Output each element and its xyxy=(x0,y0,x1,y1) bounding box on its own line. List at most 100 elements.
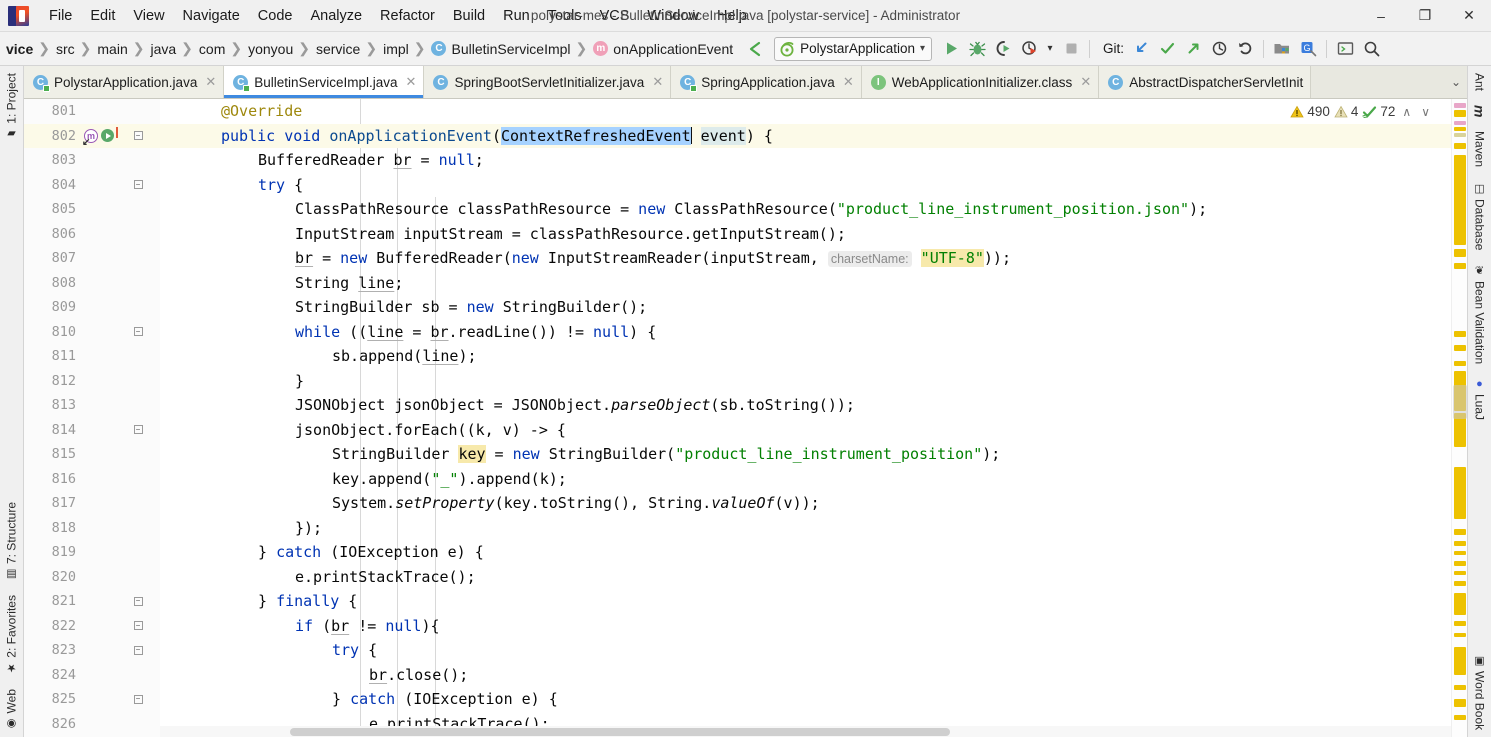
code-line-813[interactable]: JSONObject jsonObject = JSONObject.parse… xyxy=(160,393,1451,418)
code-line-823[interactable]: try { xyxy=(160,638,1451,663)
search-icon[interactable] xyxy=(1358,36,1384,62)
code-line-824[interactable]: br.close(); xyxy=(160,663,1451,688)
sidebar-item-structure[interactable]: ▤ 7: Structure xyxy=(0,495,23,588)
code-line-810[interactable]: while ((line = br.readLine()) != null) { xyxy=(160,320,1451,345)
editor-tab-abstractdispatcherservletinit[interactable]: C AbstractDispatcherServletInit xyxy=(1099,66,1312,98)
close-button[interactable]: ✕ xyxy=(1447,0,1491,32)
warning-count-indicator[interactable]: 490 xyxy=(1290,104,1330,119)
editor-tab-bulletinserviceimpl[interactable]: C BulletinServiceImpl.java ✕ xyxy=(224,66,425,98)
profile-button[interactable] xyxy=(1016,36,1042,62)
sidebar-item-bean-validation[interactable]: ❦ Bean Validation xyxy=(1468,257,1491,371)
code-line-808[interactable]: String line; xyxy=(160,271,1451,296)
marker-stripe[interactable] xyxy=(1454,249,1466,257)
fold-handle[interactable]: − xyxy=(129,596,147,606)
debug-button[interactable] xyxy=(964,36,990,62)
marker-stripe[interactable] xyxy=(1454,685,1466,690)
sidebar-item-favorites[interactable]: ★ 2: Favorites xyxy=(0,588,23,682)
marker-stripe[interactable] xyxy=(1454,263,1466,269)
tab-close-icon[interactable]: ✕ xyxy=(404,74,417,90)
tabs-overflow-chevron-icon[interactable]: ⌄ xyxy=(1445,66,1467,98)
run-configuration-selector[interactable]: PolystarApplication ▾ xyxy=(774,36,932,61)
editor-tab-springbootservletinitializer[interactable]: C SpringBootServletInitializer.java ✕ xyxy=(424,66,672,98)
marker-stripe[interactable] xyxy=(1454,361,1466,366)
marker-stripe[interactable] xyxy=(1454,155,1466,245)
menu-build[interactable]: Build xyxy=(444,4,494,28)
code-line-804[interactable]: try { xyxy=(160,173,1451,198)
fold-handle[interactable]: − xyxy=(129,327,147,337)
code-line-806[interactable]: InputStream inputStream = classPathResou… xyxy=(160,222,1451,247)
marker-stripe[interactable] xyxy=(1454,621,1466,626)
menu-code[interactable]: Code xyxy=(249,4,302,28)
fold-handle[interactable]: − xyxy=(129,425,147,435)
code-line-825[interactable]: } catch (IOException e) { xyxy=(160,687,1451,712)
maximize-button[interactable]: ❐ xyxy=(1403,0,1447,32)
weak-warning-count-indicator[interactable]: 4 xyxy=(1334,104,1358,119)
marker-stripe[interactable] xyxy=(1454,103,1466,108)
marker-stripe[interactable] xyxy=(1454,331,1466,337)
translate-icon[interactable]: G xyxy=(1295,36,1321,62)
next-problem-icon[interactable]: ∨ xyxy=(1418,105,1433,119)
code-line-817[interactable]: System.setProperty(key.toString(), Strin… xyxy=(160,491,1451,516)
run-button[interactable] xyxy=(938,36,964,62)
code-line-815[interactable]: StringBuilder key = new StringBuilder("p… xyxy=(160,442,1451,467)
marker-stripe[interactable] xyxy=(1454,647,1466,675)
fold-handle[interactable]: − xyxy=(129,131,147,141)
fold-handle[interactable]: − xyxy=(129,621,147,631)
marker-stripe[interactable] xyxy=(1454,551,1466,555)
code-line-818[interactable]: }); xyxy=(160,516,1451,541)
code-line-822[interactable]: if (br != null){ xyxy=(160,614,1451,639)
code-line-819[interactable]: } catch (IOException e) { xyxy=(160,540,1451,565)
code-line-814[interactable]: jsonObject.forEach((k, v) -> { xyxy=(160,418,1451,443)
minimize-button[interactable]: – xyxy=(1359,0,1403,32)
marker-stripe[interactable] xyxy=(1454,715,1466,720)
fold-handle[interactable]: − xyxy=(129,694,147,704)
profile-dropdown-icon[interactable]: ▾ xyxy=(1042,36,1058,62)
sidebar-item-project[interactable]: ▰ 1: Project xyxy=(0,66,23,148)
marker-stripe[interactable] xyxy=(1454,571,1466,575)
fold-handle[interactable]: − xyxy=(129,180,147,190)
sidebar-item-ant[interactable]: Ant xyxy=(1468,66,1491,98)
fold-handle[interactable]: − xyxy=(129,645,147,655)
chevron-down-icon[interactable]: ▾ xyxy=(920,43,925,54)
menu-edit[interactable]: Edit xyxy=(81,4,124,28)
tab-close-icon[interactable]: ✕ xyxy=(650,74,663,90)
run-with-coverage-button[interactable] xyxy=(990,36,1016,62)
tab-close-icon[interactable]: ✕ xyxy=(203,74,216,90)
stop-button[interactable] xyxy=(1058,36,1084,62)
editor-gutter[interactable]: 801 802 m − 803 804− 805 806 807 808 809… xyxy=(24,99,160,737)
marker-stripe[interactable] xyxy=(1454,529,1466,535)
terminal-icon[interactable] xyxy=(1332,36,1358,62)
marker-stripe[interactable] xyxy=(1454,581,1466,586)
marker-stripe[interactable] xyxy=(1454,467,1466,519)
code-line-811[interactable]: sb.append(line); xyxy=(160,344,1451,369)
code-line-807[interactable]: br = new BufferedReader(new InputStreamR… xyxy=(160,246,1451,271)
breadcrumb-item-main[interactable]: main xyxy=(93,39,130,59)
editor-tab-springapplication[interactable]: C SpringApplication.java ✕ xyxy=(671,66,862,98)
marker-stripe[interactable] xyxy=(1454,121,1466,125)
sidebar-item-word-book[interactable]: ▣ Word Book xyxy=(1468,647,1491,737)
menu-view[interactable]: View xyxy=(124,4,173,28)
back-arrow-icon[interactable] xyxy=(742,36,768,62)
horizontal-scrollbar-thumb[interactable] xyxy=(290,728,950,736)
marker-stripe[interactable] xyxy=(1454,345,1466,351)
breadcrumb-item-service[interactable]: service xyxy=(312,39,363,59)
git-history-icon[interactable] xyxy=(1206,36,1232,62)
menu-navigate[interactable]: Navigate xyxy=(174,4,249,28)
breadcrumb-item-src[interactable]: src xyxy=(52,39,78,59)
sidebar-item-maven-m[interactable]: m xyxy=(1468,98,1491,124)
breadcrumb-item-java[interactable]: java xyxy=(146,39,179,59)
prev-problem-icon[interactable]: ∧ xyxy=(1399,105,1414,119)
menu-refactor[interactable]: Refactor xyxy=(371,4,444,28)
code-text-area[interactable]: @Override public void onApplicationEvent… xyxy=(160,99,1451,737)
marker-stripe[interactable] xyxy=(1454,633,1466,637)
code-line-812[interactable]: } xyxy=(160,369,1451,394)
git-revert-icon[interactable] xyxy=(1232,36,1258,62)
marker-stripe[interactable] xyxy=(1454,593,1466,615)
override-method-icon[interactable]: m xyxy=(82,128,98,148)
marker-stripe[interactable] xyxy=(1454,127,1466,131)
code-line-809[interactable]: StringBuilder sb = new StringBuilder(); xyxy=(160,295,1451,320)
code-line-821[interactable]: } finally { xyxy=(160,589,1451,614)
breadcrumb-item-module[interactable]: vice xyxy=(0,39,36,59)
editor-tab-polystarapplication[interactable]: C PolystarApplication.java ✕ xyxy=(24,66,225,98)
tab-close-icon[interactable]: ✕ xyxy=(1078,74,1091,90)
